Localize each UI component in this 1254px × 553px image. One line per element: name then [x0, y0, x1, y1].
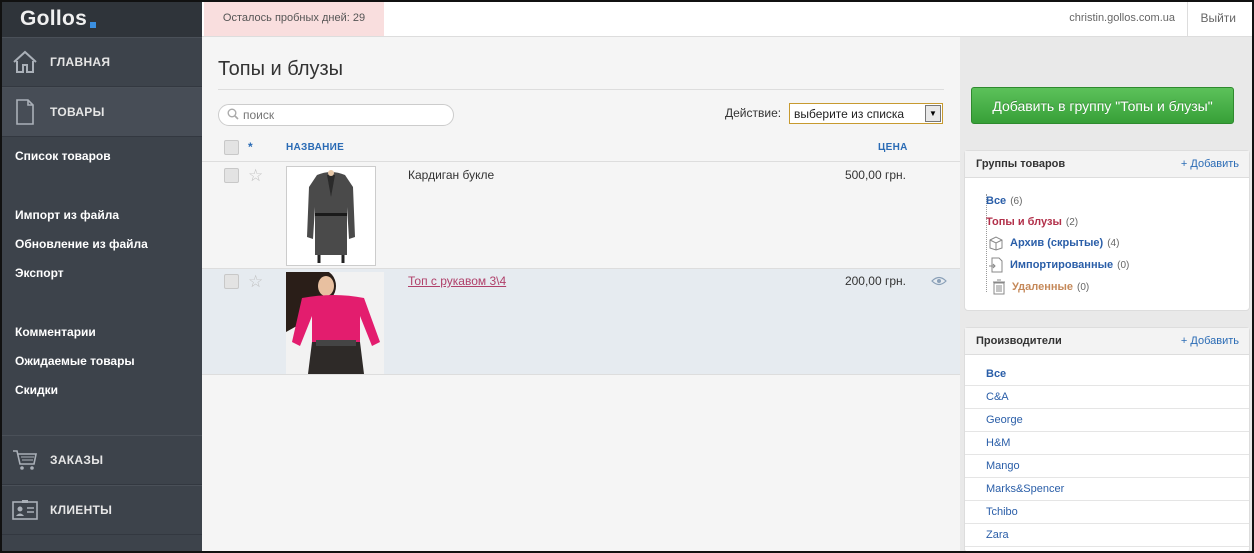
sidebar: Gollos ГЛАВНАЯ ТОВАРЫ Список товаров Имп… — [0, 0, 202, 553]
product-name[interactable]: Кардиган букле — [408, 168, 494, 182]
cart-icon — [0, 449, 50, 471]
add-to-group-button[interactable]: Добавить в группу "Топы и блузы" — [971, 87, 1234, 124]
trial-notice: Осталось пробных дней: 29 — [204, 0, 384, 36]
logout-link[interactable]: Выйти — [1200, 0, 1236, 36]
nav-clients[interactable]: КЛИЕНТЫ — [0, 485, 202, 535]
price-column-header[interactable]: ЦЕНА — [878, 142, 908, 153]
nav-home-label: ГЛАВНАЯ — [50, 55, 111, 69]
manufacturers-panel: Производители + Добавить Все C&A George … — [964, 327, 1250, 553]
table-row: ☆ Кардиган букле 500,00 грн. — [202, 163, 960, 269]
sidebar-item-update[interactable]: Обновление из файла — [15, 237, 148, 251]
nav-products-label: ТОВАРЫ — [50, 105, 105, 119]
main-content: Топы и блузы Действие: выберите из списк… — [202, 37, 960, 553]
top-bar: Осталось пробных дней: 29 christin.gollo… — [202, 0, 1254, 37]
manufacturer-item[interactable]: Все — [965, 363, 1249, 386]
sidebar-item-product-list[interactable]: Список товаров — [15, 149, 111, 163]
select-all-checkbox[interactable] — [224, 140, 239, 155]
manufacturer-item[interactable]: H&M — [965, 432, 1249, 455]
group-deleted[interactable]: Удаленные (0) — [992, 279, 1089, 295]
action-label: Действие: — [725, 106, 782, 120]
sidebar-item-expected[interactable]: Ожидаемые товары — [15, 354, 135, 368]
app-logo[interactable]: Gollos — [0, 0, 202, 37]
product-name-link[interactable]: Топ с рукавом 3\4 — [408, 274, 506, 288]
nav-clients-label: КЛИЕНТЫ — [50, 503, 113, 517]
sidebar-item-discounts[interactable]: Скидки — [15, 383, 58, 397]
nav-orders-label: ЗАКАЗЫ — [50, 453, 104, 467]
search-input[interactable] — [243, 108, 443, 122]
product-image-cardigan[interactable] — [286, 166, 376, 266]
box-icon — [988, 235, 1004, 251]
manufacturer-item[interactable]: George — [965, 409, 1249, 432]
row-checkbox[interactable] — [224, 168, 239, 183]
manufacturer-item[interactable]: Tchibo — [965, 501, 1249, 524]
manufacturer-item[interactable]: Marks&Spencer — [965, 478, 1249, 501]
group-imported[interactable]: Импортированные (0) — [988, 257, 1129, 273]
page-title: Топы и блузы — [218, 58, 344, 80]
group-tops[interactable]: Топы и блузы (2) — [986, 216, 1078, 228]
groups-title: Группы товаров — [976, 158, 1066, 170]
group-all[interactable]: Все (6) — [986, 195, 1022, 207]
groups-panel: Группы товаров + Добавить Все (6) Топы и … — [964, 150, 1250, 311]
search-icon — [227, 108, 239, 123]
star-column-header[interactable]: * — [248, 140, 253, 154]
store-domain-link[interactable]: christin.gollos.com.ua — [1069, 0, 1188, 36]
contact-card-icon — [0, 499, 50, 521]
trash-icon — [992, 279, 1006, 295]
tree-line — [986, 194, 987, 292]
product-image-top[interactable] — [286, 272, 384, 374]
action-select[interactable]: выберите из списка ▼ — [789, 103, 943, 124]
product-price: 500,00 грн. — [844, 168, 906, 182]
sidebar-item-export[interactable]: Экспорт — [15, 266, 64, 280]
nav-products[interactable]: ТОВАРЫ — [0, 87, 202, 137]
table-header: * НАЗВАНИЕ ЦЕНА — [202, 134, 960, 162]
name-column-header[interactable]: НАЗВАНИЕ — [286, 142, 344, 153]
row-checkbox[interactable] — [224, 274, 239, 289]
add-manufacturer-link[interactable]: + Добавить — [1181, 335, 1239, 347]
nav-home[interactable]: ГЛАВНАЯ — [0, 37, 202, 87]
star-icon[interactable]: ☆ — [248, 272, 263, 292]
import-icon — [988, 257, 1004, 273]
add-group-link[interactable]: + Добавить — [1181, 158, 1239, 170]
group-archive[interactable]: Архив (скрытые) (4) — [988, 235, 1119, 251]
search-box[interactable] — [218, 104, 454, 126]
right-panel: Добавить в группу "Топы и блузы" Группы … — [960, 37, 1254, 553]
sidebar-item-comments[interactable]: Комментарии — [15, 325, 96, 339]
manufacturers-title: Производители — [976, 335, 1062, 347]
table-row: ☆ Топ с рукавом 3\4 200,00 грн. — [202, 269, 960, 375]
star-icon[interactable]: ☆ — [248, 166, 263, 186]
action-select-value: выберите из списка — [794, 106, 905, 121]
manufacturer-item[interactable]: Zara — [965, 524, 1249, 547]
nav-orders[interactable]: ЗАКАЗЫ — [0, 435, 202, 485]
document-icon — [0, 99, 50, 125]
sidebar-item-import[interactable]: Импорт из файла — [15, 208, 119, 222]
eye-icon[interactable] — [931, 275, 947, 289]
product-price: 200,00 грн. — [844, 274, 906, 288]
manufacturer-item[interactable]: C&A — [965, 386, 1249, 409]
manufacturer-item[interactable]: Mango — [965, 455, 1249, 478]
divider — [218, 89, 944, 90]
home-icon — [0, 50, 50, 74]
chevron-down-icon[interactable]: ▼ — [925, 105, 941, 122]
